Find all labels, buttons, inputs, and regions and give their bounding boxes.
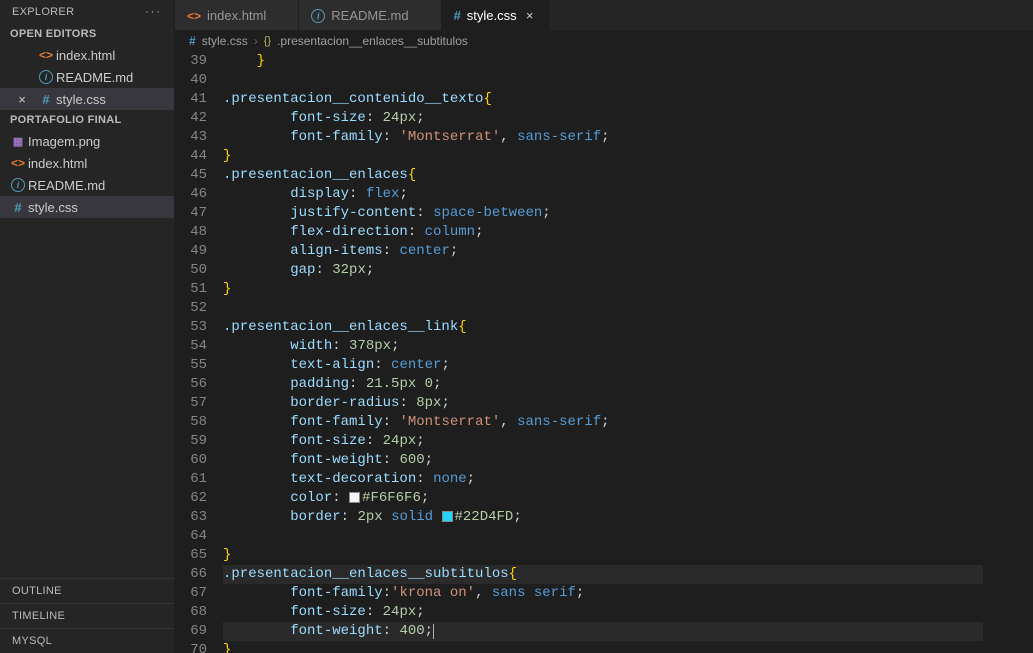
code-line[interactable]: } — [223, 641, 983, 653]
open-editor-item[interactable]: ×<>index.html — [0, 44, 174, 66]
info-icon: i — [39, 70, 53, 84]
code-line[interactable]: } — [223, 280, 983, 299]
code-line[interactable]: .presentacion__enlaces__link{ — [223, 318, 983, 337]
folder-files-list: ▦Imagem.png<>index.htmliREADME.md#style.… — [0, 130, 174, 218]
code-line[interactable]: display: flex; — [223, 185, 983, 204]
code-line[interactable]: text-decoration: none; — [223, 470, 983, 489]
html-icon: <> — [39, 48, 53, 62]
code-line[interactable]: width: 378px; — [223, 337, 983, 356]
color-swatch — [442, 511, 453, 522]
panel-mysql[interactable]: MYSQL — [0, 628, 174, 653]
color-swatch — [349, 492, 360, 503]
image-icon: ▦ — [13, 135, 23, 148]
tab-index-html[interactable]: <>index.html× — [175, 0, 299, 30]
open-editor-item[interactable]: ×iREADME.md — [0, 66, 174, 88]
code-line[interactable]: } — [223, 52, 983, 71]
code-line[interactable]: font-weight: 400; — [223, 622, 983, 641]
cursor — [433, 624, 434, 639]
file-label: Imagem.png — [28, 134, 100, 149]
code-line[interactable]: align-items: center; — [223, 242, 983, 261]
panel-outline[interactable]: OUTLINE — [0, 578, 174, 603]
explorer-more-icon[interactable]: ··· — [145, 6, 162, 18]
code-line[interactable]: font-family: 'Montserrat', sans-serif; — [223, 128, 983, 147]
brackets-icon: {} — [264, 35, 271, 47]
code-line[interactable] — [223, 527, 983, 546]
code-line[interactable]: padding: 21.5px 0; — [223, 375, 983, 394]
hash-icon: # — [454, 8, 461, 23]
hash-icon: # — [189, 34, 196, 48]
code-line[interactable]: font-family:'krona on', sans serif; — [223, 584, 983, 603]
open-editors-list: ×<>index.html×iREADME.md × # style.css — [0, 44, 174, 110]
code-line[interactable]: font-size: 24px; — [223, 109, 983, 128]
tab-label: index.html — [207, 8, 266, 23]
tab-bar: <>index.html×iREADME.md×#style.css× — [175, 0, 1033, 30]
folder-file-item[interactable]: <>index.html — [0, 152, 174, 174]
chevron-right-icon: › — [254, 34, 258, 48]
code-line[interactable]: font-weight: 600; — [223, 451, 983, 470]
breadcrumb[interactable]: # style.css › {} .presentacion__enlaces_… — [175, 30, 1033, 52]
file-label: style.css — [28, 200, 78, 215]
tab-style-css[interactable]: # style.css × — [442, 0, 550, 30]
file-label: index.html — [56, 48, 115, 63]
tab-README-md[interactable]: iREADME.md× — [299, 0, 441, 30]
tab-label: style.css — [467, 8, 517, 23]
code-line[interactable]: font-size: 24px; — [223, 432, 983, 451]
panel-timeline[interactable]: TIMELINE — [0, 603, 174, 628]
html-icon: <> — [187, 9, 201, 23]
code-line[interactable]: } — [223, 147, 983, 166]
folder-title[interactable]: PORTAFOLIO FINAL — [0, 110, 174, 130]
code-line[interactable]: gap: 32px; — [223, 261, 983, 280]
explorer-header: EXPLORER ··· — [0, 0, 174, 24]
code-line[interactable] — [223, 71, 983, 90]
code-line[interactable]: text-align: center; — [223, 356, 983, 375]
hash-icon: # — [14, 200, 21, 215]
code-line[interactable] — [223, 299, 983, 318]
code-content[interactable]: } .presentacion__contenido__texto{ font-… — [223, 52, 983, 653]
info-icon: i — [311, 9, 325, 23]
code-editor[interactable]: 3940414243444546474849505152535455565758… — [175, 52, 1033, 653]
code-line[interactable]: } — [223, 546, 983, 565]
info-icon: i — [11, 178, 25, 192]
code-line[interactable]: .presentacion__contenido__texto{ — [223, 90, 983, 109]
code-line[interactable]: justify-content: space-between; — [223, 204, 983, 223]
minimap[interactable] — [983, 52, 1033, 653]
code-line[interactable]: color: #F6F6F6; — [223, 489, 983, 508]
file-label: index.html — [28, 156, 87, 171]
open-editors-title[interactable]: OPEN EDITORS — [0, 24, 174, 44]
code-line[interactable]: font-size: 24px; — [223, 603, 983, 622]
editor-main: <>index.html×iREADME.md×#style.css× # st… — [175, 0, 1033, 653]
explorer-title: EXPLORER — [12, 6, 74, 18]
code-line[interactable]: border: 2px solid #22D4FD; — [223, 508, 983, 527]
code-line[interactable]: font-family: 'Montserrat', sans-serif; — [223, 413, 983, 432]
file-label: style.css — [56, 92, 106, 107]
folder-file-item[interactable]: # style.css — [0, 196, 174, 218]
file-label: README.md — [28, 178, 105, 193]
code-line[interactable]: border-radius: 8px; — [223, 394, 983, 413]
file-label: README.md — [56, 70, 133, 85]
folder-file-item[interactable]: ▦ Imagem.png — [0, 130, 174, 152]
close-icon[interactable]: × — [8, 92, 36, 107]
close-icon[interactable]: × — [523, 8, 537, 23]
code-line[interactable]: .presentacion__enlaces{ — [223, 166, 983, 185]
html-icon: <> — [11, 156, 25, 170]
line-gutter: 3940414243444546474849505152535455565758… — [175, 52, 223, 653]
sidebar: EXPLORER ··· OPEN EDITORS ×<>index.html×… — [0, 0, 175, 653]
tab-label: README.md — [331, 8, 408, 23]
breadcrumb-file[interactable]: style.css — [202, 34, 248, 48]
code-line[interactable]: .presentacion__enlaces__subtitulos{ — [223, 565, 983, 584]
hash-icon: # — [42, 92, 49, 107]
breadcrumb-symbol[interactable]: .presentacion__enlaces__subtitulos — [277, 34, 468, 48]
open-editor-item[interactable]: × # style.css — [0, 88, 174, 110]
folder-file-item[interactable]: iREADME.md — [0, 174, 174, 196]
code-line[interactable]: flex-direction: column; — [223, 223, 983, 242]
